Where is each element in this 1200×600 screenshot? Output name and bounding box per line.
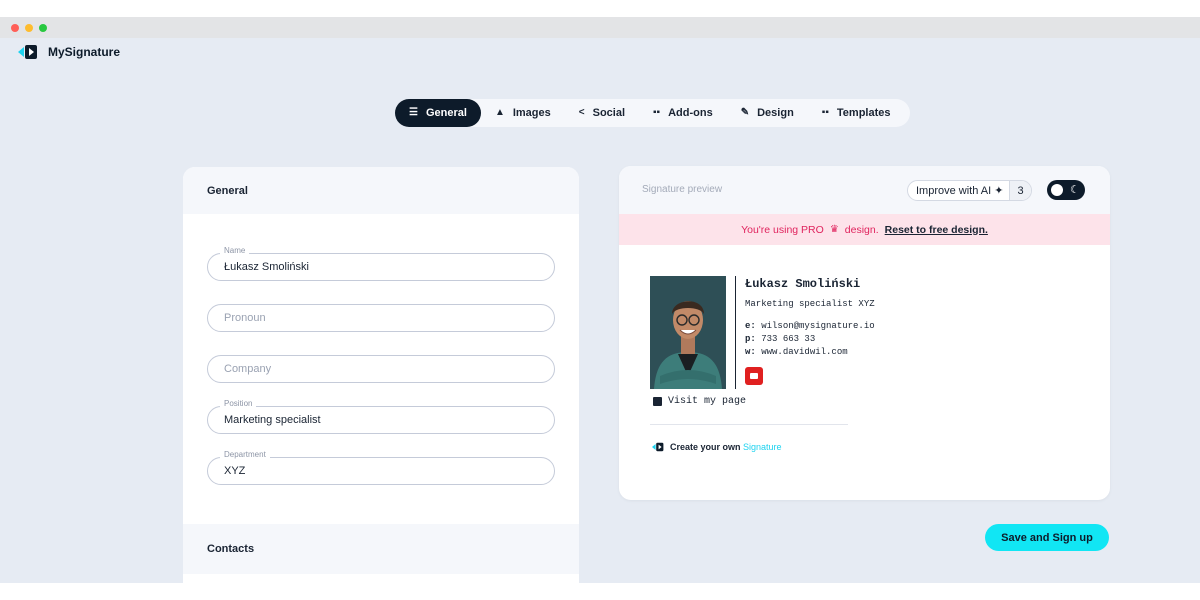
tab-label: Social [592,107,626,119]
create-your-own-link[interactable]: Create your own Signature [652,442,782,452]
crown-icon: ♛ [829,224,839,235]
preview-header: Signature preview Improve with AI ✦ 3 ☾ [619,166,1110,214]
department-field[interactable]: Department XYZ [207,450,555,485]
image-icon: ▲ [494,107,505,118]
create-text: Create your own Signature [670,442,782,452]
tab-images[interactable]: ▲ Images [481,99,565,127]
editor-tabs: ☰ General ▲ Images < Social ▪▪ Add-ons ✎… [395,99,911,127]
signature-phone[interactable]: p: 733 663 33 [745,334,815,344]
section-title: General [183,167,579,214]
templates-icon: ▪▪ [821,107,829,118]
maximize-window-button[interactable] [39,24,47,32]
preview-title: Signature preview [642,184,723,195]
toggle-knob [1051,184,1063,196]
tab-label: Images [512,107,551,119]
save-and-sign-up-button[interactable]: Save and Sign up [985,524,1109,551]
ai-button-label: Improve with AI ✦ [916,185,1004,197]
signature-role: Marketing specialist XYZ [745,299,875,309]
tab-label: Add-ons [668,107,713,119]
signature-website[interactable]: w: www.davidwil.com [745,347,848,357]
grid-icon: ▪▪ [653,107,661,118]
tab-general[interactable]: ☰ General [395,99,481,127]
pro-design-notice: You're using PRO ♛ design. Reset to free… [619,214,1110,245]
brush-icon: ✎ [740,107,750,118]
mysignature-small-logo-icon [652,442,664,452]
brand[interactable]: MySignature [18,44,120,60]
field-label: Department [220,450,270,459]
field-value: Marketing specialist [224,414,321,426]
list-icon: ☰ [409,107,418,118]
visit-page-link[interactable]: Visit my page [653,396,746,407]
pro-notice-text-2: design. [844,223,879,236]
signature-email[interactable]: e: wilson@mysignature.io [745,321,875,331]
signature-divider [735,276,736,389]
moon-icon: ☾ [1070,184,1080,196]
ai-credits-count: 3 [1009,181,1031,200]
visit-page-label: Visit my page [668,396,747,407]
field-label: Name [220,246,250,255]
field-label: Position [220,399,257,408]
pronoun-field[interactable]: Pronoun [207,304,555,332]
app-window: MySignature ☰ General ▲ Images < Social … [0,17,1200,583]
general-form-panel: General Name Łukasz Smoliński Pronoun Co… [183,167,579,583]
tab-templates[interactable]: ▪▪ Templates [808,99,905,127]
pro-notice-text: You're using PRO [741,223,824,236]
tab-add-ons[interactable]: ▪▪ Add-ons [639,99,727,127]
position-field[interactable]: Position Marketing specialist [207,399,555,434]
tab-label: Templates [836,107,891,119]
minimize-window-button[interactable] [25,24,33,32]
tab-social[interactable]: < Social [565,99,639,127]
mysignature-logo-icon [18,44,38,60]
field-placeholder: Pronoun [224,312,266,324]
tab-label: Design [757,107,794,119]
field-placeholder: Company [224,363,272,375]
profile-photo [650,276,726,389]
sparkle-icon: ✦ [994,185,1004,197]
field-value: Łukasz Smoliński [224,261,309,273]
share-icon: < [578,107,585,118]
youtube-icon[interactable] [745,367,763,385]
contacts-section-title[interactable]: Contacts [183,524,579,574]
theme-toggle[interactable]: ☾ [1047,180,1085,200]
name-field[interactable]: Name Łukasz Smoliński [207,246,555,281]
reset-free-design-link[interactable]: Reset to free design. [885,224,988,236]
field-value: XYZ [224,465,246,477]
signature-name: Łukasz Smoliński [745,277,861,291]
app-name: MySignature [48,45,121,59]
signature-separator [650,424,848,425]
improve-with-ai-button[interactable]: Improve with AI ✦ 3 [907,180,1032,201]
calendar-icon [653,397,662,406]
window-titlebar [0,17,1200,38]
company-field[interactable]: Company [207,355,555,383]
signature-preview-panel: Signature preview Improve with AI ✦ 3 ☾ … [619,166,1110,500]
tab-label: General [425,107,467,119]
tab-design[interactable]: ✎ Design [727,99,808,127]
close-window-button[interactable] [11,24,19,32]
